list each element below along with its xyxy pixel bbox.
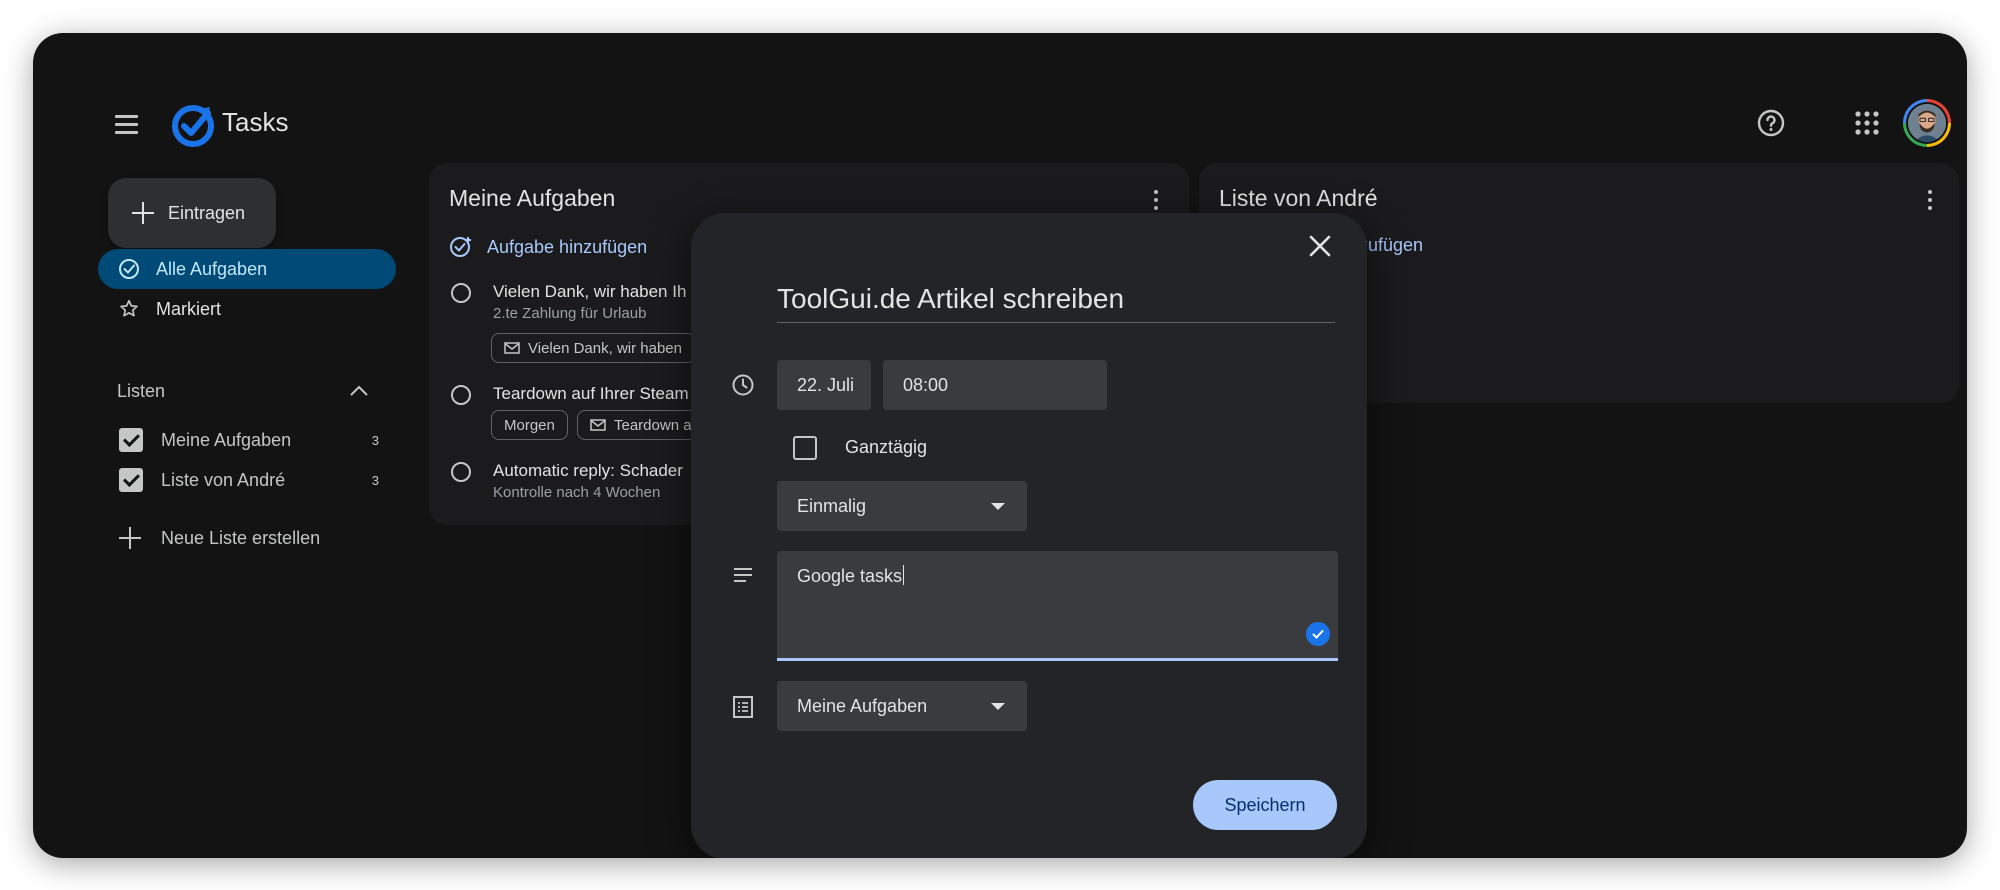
chip-label: Morgen [504,416,555,434]
task-complete-toggle[interactable] [451,462,471,482]
panel-title: Meine Aufgaben [449,185,616,211]
task-title[interactable]: Teardown auf Ihrer Steam [493,384,689,404]
task-complete-toggle[interactable] [451,283,471,303]
nav-all-tasks[interactable]: Alle Aufgaben [98,249,396,289]
task-subtitle: 2.te Zahlung für Urlaub [493,305,647,322]
chip-label: Vielen Dank, wir haben [528,339,682,357]
sidebar-list-my-tasks[interactable]: Meine Aufgaben 3 [119,424,379,456]
chevron-up-icon[interactable] [349,383,369,399]
clock-icon [732,374,754,396]
app-title: Tasks [222,107,289,137]
close-icon[interactable] [1307,233,1333,259]
add-task-button[interactable]: Aufgabe hinzufügen [449,235,647,259]
nav-all-tasks-label: Alle Aufgaben [156,258,268,279]
mail-icon [590,419,606,431]
description-icon [734,568,752,582]
more-options-icon[interactable] [1153,190,1159,210]
check-circle-icon [119,259,139,279]
list-checkbox[interactable] [119,468,143,492]
task-title[interactable]: Vielen Dank, wir haben Ih [493,282,686,302]
description-field[interactable]: Google tasks [777,551,1338,661]
plus-icon [119,527,141,549]
date-field[interactable]: 22. Juli [777,360,871,410]
help-icon[interactable] [1755,107,1787,139]
task-title-input[interactable]: ToolGui.de Artikel schreiben [777,283,1335,323]
new-list-label: Neue Liste erstellen [161,527,321,548]
list-checkbox[interactable] [119,428,143,452]
save-button[interactable]: Speichern [1193,780,1337,830]
dropdown-arrow-icon [991,703,1005,710]
menu-icon[interactable] [115,109,145,139]
email-link-chip[interactable]: Vielen Dank, wir haben [491,333,695,363]
add-task-button[interactable]: zufügen [1359,235,1423,256]
avatar-image [1908,104,1946,142]
lists-section-title: Listen [117,381,166,401]
list-dropdown[interactable]: Meine Aufgaben [777,681,1027,731]
time-field[interactable]: 08:00 [883,360,1107,410]
app-window: Tasks Eintragen Alle Aufgaben Markiert L… [33,33,1967,858]
more-options-icon[interactable] [1927,190,1933,210]
avatar[interactable] [1903,99,1951,147]
description-text: Google tasks [797,566,903,586]
task-subtitle: Kontrolle nach 4 Wochen [493,484,661,501]
list-value: Meine Aufgaben [797,695,928,716]
task-edit-dialog: ToolGui.de Artikel schreiben 22. Juli 08… [691,213,1367,858]
nav-starred-label: Markiert [156,298,222,319]
all-day-checkbox[interactable] [793,436,817,460]
plus-icon [132,202,154,224]
repeat-value: Einmalig [797,495,867,516]
sidebar-list-andre[interactable]: Liste von André 3 [119,464,379,496]
chip-label: Teardown a [614,416,692,434]
nav-starred[interactable]: Markiert [98,289,396,329]
repeat-dropdown[interactable]: Einmalig [777,481,1027,531]
list-label: Liste von André [161,469,286,490]
all-day-label: Ganztägig [845,437,928,457]
create-button[interactable]: Eintragen [108,178,276,248]
tasks-logo-icon [172,105,214,147]
list-icon [733,696,753,718]
create-button-label: Eintragen [168,202,246,223]
due-date-chip[interactable]: Morgen [491,410,568,440]
star-icon [120,299,138,317]
dropdown-arrow-icon [991,503,1005,510]
add-task-label: zufügen [1359,235,1424,255]
list-label: Meine Aufgaben [161,429,292,450]
text-caret [903,565,905,585]
grammar-check-icon[interactable] [1306,622,1330,646]
email-link-chip[interactable]: Teardown a [577,410,705,440]
mail-icon [504,342,520,354]
task-title[interactable]: Automatic reply: Schader [493,461,683,481]
add-task-label: Aufgabe hinzufügen [487,236,648,257]
new-list-button[interactable]: Neue Liste erstellen [119,527,320,549]
list-count: 3 [371,472,379,488]
apps-grid-icon[interactable] [1853,109,1881,137]
task-complete-toggle[interactable] [451,385,471,405]
panel-title: Liste von André [1219,185,1378,211]
add-task-icon [450,237,471,257]
list-count: 3 [371,432,379,448]
